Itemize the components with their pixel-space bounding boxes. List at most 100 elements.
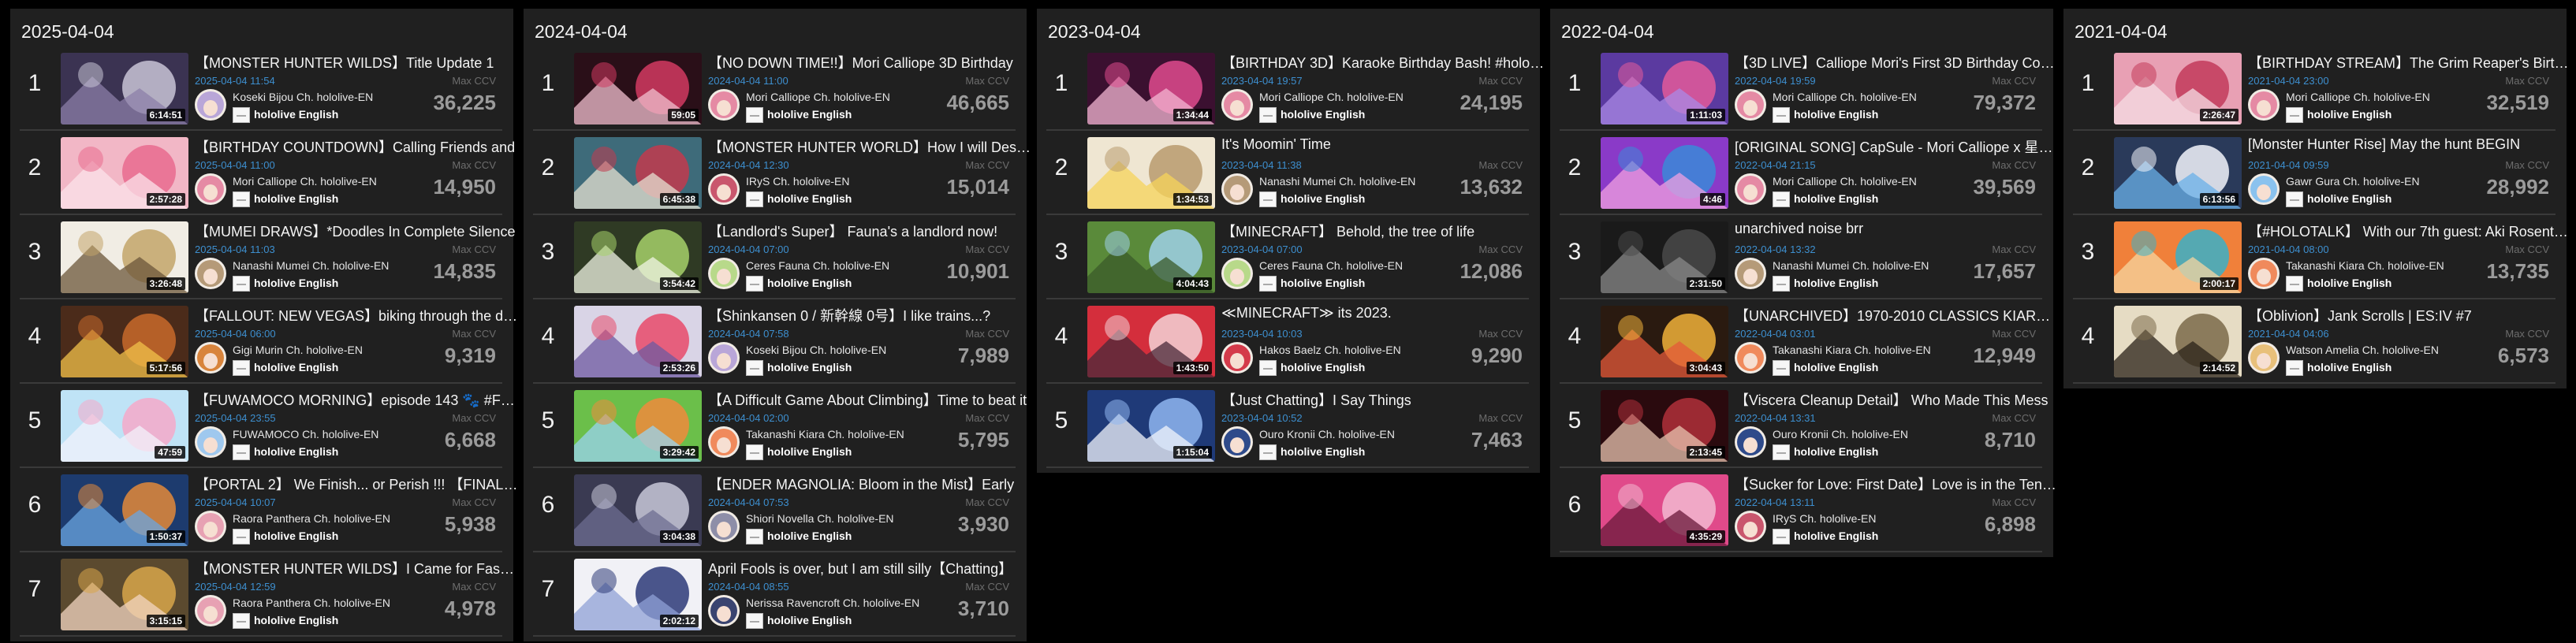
stream-entry[interactable]: 6 1:50:37 【PORTAL 2】 We Finish... or Peris…	[20, 468, 518, 552]
thumbnail[interactable]: 2:26:47	[2114, 53, 2242, 125]
stream-title[interactable]: April Fools is over, but I am still sill…	[708, 558, 1031, 578]
channel-name[interactable]: Takanashi Kiara Ch. hololive-EN	[1773, 344, 1931, 356]
channel-name[interactable]: IRyS Ch. hololive-EN	[746, 175, 850, 188]
stream-title[interactable]: 【Oblivion】Jank Scrolls | ES:IV #7	[2248, 305, 2571, 325]
stream-entry[interactable]: 1 1:11:03 【3D LIVE】Calliope Mori's First 3…	[1560, 46, 2058, 131]
channel-name[interactable]: Ceres Fauna Ch. hololive-EN	[746, 259, 889, 272]
channel-name[interactable]: Ouro Kronii Ch. hololive-EN	[1259, 428, 1395, 440]
stream-title[interactable]: [ORIGINAL SONG] CapSule - Mori Calliope …	[1735, 136, 2058, 157]
stream-title[interactable]: 【FALLOUT: NEW VEGAS】biking through the d…	[195, 305, 518, 325]
channel-avatar[interactable]	[1735, 173, 1766, 205]
stream-entry[interactable]: 5 3:29:42 【A Difficult Game About Climbing…	[533, 384, 1027, 468]
channel-avatar[interactable]	[708, 173, 740, 205]
thumbnail[interactable]: 3:15:15	[61, 559, 188, 630]
stream-entry[interactable]: 1 2:26:47 【BIRTHDAY STREAM】The Grim Reaper…	[2073, 46, 2571, 131]
channel-avatar[interactable]	[1735, 258, 1766, 289]
channel-avatar[interactable]	[1735, 511, 1766, 542]
stream-entry[interactable]: 2 6:45:38 【MONSTER HUNTER WORLD】How I will…	[533, 131, 1031, 215]
stream-entry[interactable]: 6 4:35:29 【Sucker for Love: First Date】Lov…	[1560, 468, 2058, 552]
channel-avatar[interactable]	[2248, 173, 2280, 205]
channel-avatar[interactable]	[708, 342, 740, 374]
thumbnail[interactable]: 2:53:26	[574, 306, 702, 377]
thumbnail[interactable]: 3:26:48	[61, 221, 188, 293]
channel-name[interactable]: Gawr Gura Ch. hololive-EN	[2286, 175, 2420, 188]
channel-name[interactable]: Raora Panthera Ch. hololive-EN	[233, 597, 390, 609]
stream-title[interactable]: unarchived noise brr	[1735, 221, 2058, 237]
thumbnail[interactable]: 3:04:38	[574, 474, 702, 546]
stream-entry[interactable]: 2 6:13:56 [Monster Hunter Rise] May the hu…	[2073, 131, 2555, 215]
channel-avatar[interactable]	[195, 173, 226, 205]
stream-title[interactable]: 【MUMEI DRAWS】*Doodles In Complete Silenc…	[195, 221, 518, 241]
stream-entry[interactable]: 5 2:13:45 【Viscera Cleanup Detail】 Who Mad…	[1560, 384, 2048, 468]
stream-entry[interactable]: 1 6:14:51 【MONSTER HUNTER WILDS】Title Upda…	[20, 46, 502, 131]
thumbnail[interactable]: 2:13:45	[1601, 390, 1728, 462]
thumbnail[interactable]: 3:54:42	[574, 221, 702, 293]
channel-avatar[interactable]	[1735, 342, 1766, 374]
channel-name[interactable]: Ceres Fauna Ch. hololive-EN	[1259, 259, 1403, 272]
channel-name[interactable]: Mori Calliope Ch. hololive-EN	[746, 91, 890, 103]
stream-title[interactable]: 【Shinkansen 0 / 新幹線 0号】I like trains...?	[708, 305, 1031, 325]
thumbnail[interactable]: 3:04:43	[1601, 306, 1728, 377]
stream-title[interactable]: 【BIRTHDAY COUNTDOWN】Calling Friends and	[195, 136, 518, 157]
stream-entry[interactable]: 4 5:17:56 【FALLOUT: NEW VEGAS】biking throu…	[20, 299, 518, 384]
channel-avatar[interactable]	[2248, 342, 2280, 374]
stream-title[interactable]: 【Viscera Cleanup Detail】 Who Made This M…	[1735, 389, 2058, 410]
thumbnail[interactable]: 4:04:43	[1087, 221, 1215, 293]
channel-name[interactable]: Koseki Bijou Ch. hololive-EN	[746, 344, 886, 356]
channel-name[interactable]: Mori Calliope Ch. hololive-EN	[1773, 175, 1917, 188]
stream-entry[interactable]: 5 1:15:04 【Just Chatting】I Say Things 2023-…	[1046, 384, 1529, 468]
stream-entry[interactable]: 2 2:57:28 【BIRTHDAY COUNTDOWN】Calling Frie…	[20, 131, 515, 215]
thumbnail[interactable]: 2:57:28	[61, 137, 188, 209]
channel-avatar[interactable]	[2248, 89, 2280, 121]
thumbnail[interactable]: 6:13:56	[2114, 137, 2242, 209]
channel-avatar[interactable]	[1735, 89, 1766, 121]
stream-entry[interactable]: 4 1:43:50 ≪MINECRAFT≫ its 2023. 2023-04-04 …	[1046, 299, 1529, 384]
thumbnail[interactable]: 1:11:03	[1601, 53, 1728, 125]
thumbnail[interactable]: 2:02:12	[574, 559, 702, 630]
thumbnail[interactable]: 1:34:44	[1087, 53, 1215, 125]
stream-title[interactable]: 【MONSTER HUNTER WORLD】How I will Destroy	[708, 136, 1031, 157]
thumbnail[interactable]: 1:34:53	[1087, 137, 1215, 209]
channel-avatar[interactable]	[2248, 258, 2280, 289]
channel-name[interactable]: FUWAMOCO Ch. hololive-EN	[233, 428, 378, 440]
channel-avatar[interactable]	[1221, 426, 1253, 458]
channel-name[interactable]: Mori Calliope Ch. hololive-EN	[233, 175, 377, 188]
channel-name[interactable]: Takanashi Kiara Ch. hololive-EN	[2286, 259, 2444, 272]
channel-avatar[interactable]	[195, 511, 226, 542]
stream-title[interactable]: 【FUWAMOCO MORNING】episode 143 🐾 #FWMCMOR…	[195, 389, 518, 410]
channel-avatar[interactable]	[708, 511, 740, 542]
stream-title[interactable]: 【MONSTER HUNTER WILDS】Title Update 1	[195, 52, 518, 72]
stream-entry[interactable]: 3 2:00:17 【#HOLOTALK】 With our 7th guest: …	[2073, 215, 2571, 299]
channel-name[interactable]: Raora Panthera Ch. hololive-EN	[233, 512, 390, 525]
stream-title[interactable]: ≪MINECRAFT≫ its 2023.	[1221, 305, 1545, 322]
channel-name[interactable]: Mori Calliope Ch. hololive-EN	[1259, 91, 1404, 103]
stream-entry[interactable]: 4 3:04:43 【UNARCHIVED】1970-2010 CLASSICS K…	[1560, 299, 2058, 384]
stream-title[interactable]: 【NO DOWN TIME!!】Mori Calliope 3D Birthda…	[708, 52, 1031, 72]
stream-entry[interactable]: 2 4:46 [ORIGINAL SONG] CapSule - Mori Call…	[1560, 131, 2058, 215]
channel-name[interactable]: Koseki Bijou Ch. hololive-EN	[233, 91, 373, 103]
stream-title[interactable]: [Monster Hunter Rise] May the hunt BEGIN	[2248, 136, 2571, 153]
channel-name[interactable]: Mori Calliope Ch. hololive-EN	[2286, 91, 2430, 103]
channel-name[interactable]: Shiori Novella Ch. hololive-EN	[746, 512, 894, 525]
channel-name[interactable]: Nanashi Mumei Ch. hololive-EN	[233, 259, 389, 272]
stream-entry[interactable]: 7 2:02:12 April Fools is over, but I am st…	[533, 552, 1016, 637]
thumbnail[interactable]: 47:59	[61, 390, 188, 462]
thumbnail[interactable]: 2:14:52	[2114, 306, 2242, 377]
stream-entry[interactable]: 3 3:54:42 【Landlord's Super】 Fauna's a lan…	[533, 215, 1016, 299]
stream-title[interactable]: 【UNARCHIVED】1970-2010 CLASSICS KIARAOKE	[1735, 305, 2058, 325]
channel-avatar[interactable]	[1221, 258, 1253, 289]
stream-entry[interactable]: 7 3:15:15 【MONSTER HUNTER WILDS】I Came for…	[20, 552, 518, 637]
stream-entry[interactable]: 6 3:04:38 【ENDER MAGNOLIA: Bloom in the Mi…	[533, 468, 1016, 552]
stream-title[interactable]: 【ENDER MAGNOLIA: Bloom in the Mist】Early	[708, 474, 1031, 494]
stream-title[interactable]: 【MONSTER HUNTER WILDS】I Came for Fashion	[195, 558, 518, 578]
thumbnail[interactable]: 1:15:04	[1087, 390, 1215, 462]
channel-name[interactable]: Nanashi Mumei Ch. hololive-EN	[1773, 259, 1929, 272]
stream-title[interactable]: 【PORTAL 2】 We Finish... or Perish !!! 【F…	[195, 474, 518, 494]
stream-entry[interactable]: 2 1:34:53 It's Moomin' Time 2023-04-04 11:3…	[1046, 131, 1529, 215]
stream-title[interactable]: 【A Difficult Game About Climbing】Time to…	[708, 389, 1031, 410]
thumbnail[interactable]: 59:05	[574, 53, 702, 125]
channel-name[interactable]: Ouro Kronii Ch. hololive-EN	[1773, 428, 1908, 440]
stream-title[interactable]: 【Sucker for Love: First Date】Love is in …	[1735, 474, 2058, 494]
stream-title[interactable]: 【BIRTHDAY 3D】Karaoke Birthday Bash! #hol…	[1221, 52, 1545, 72]
stream-entry[interactable]: 5 47:59 【FUWAMOCO MORNING】episode 143 🐾 #F…	[20, 384, 518, 468]
